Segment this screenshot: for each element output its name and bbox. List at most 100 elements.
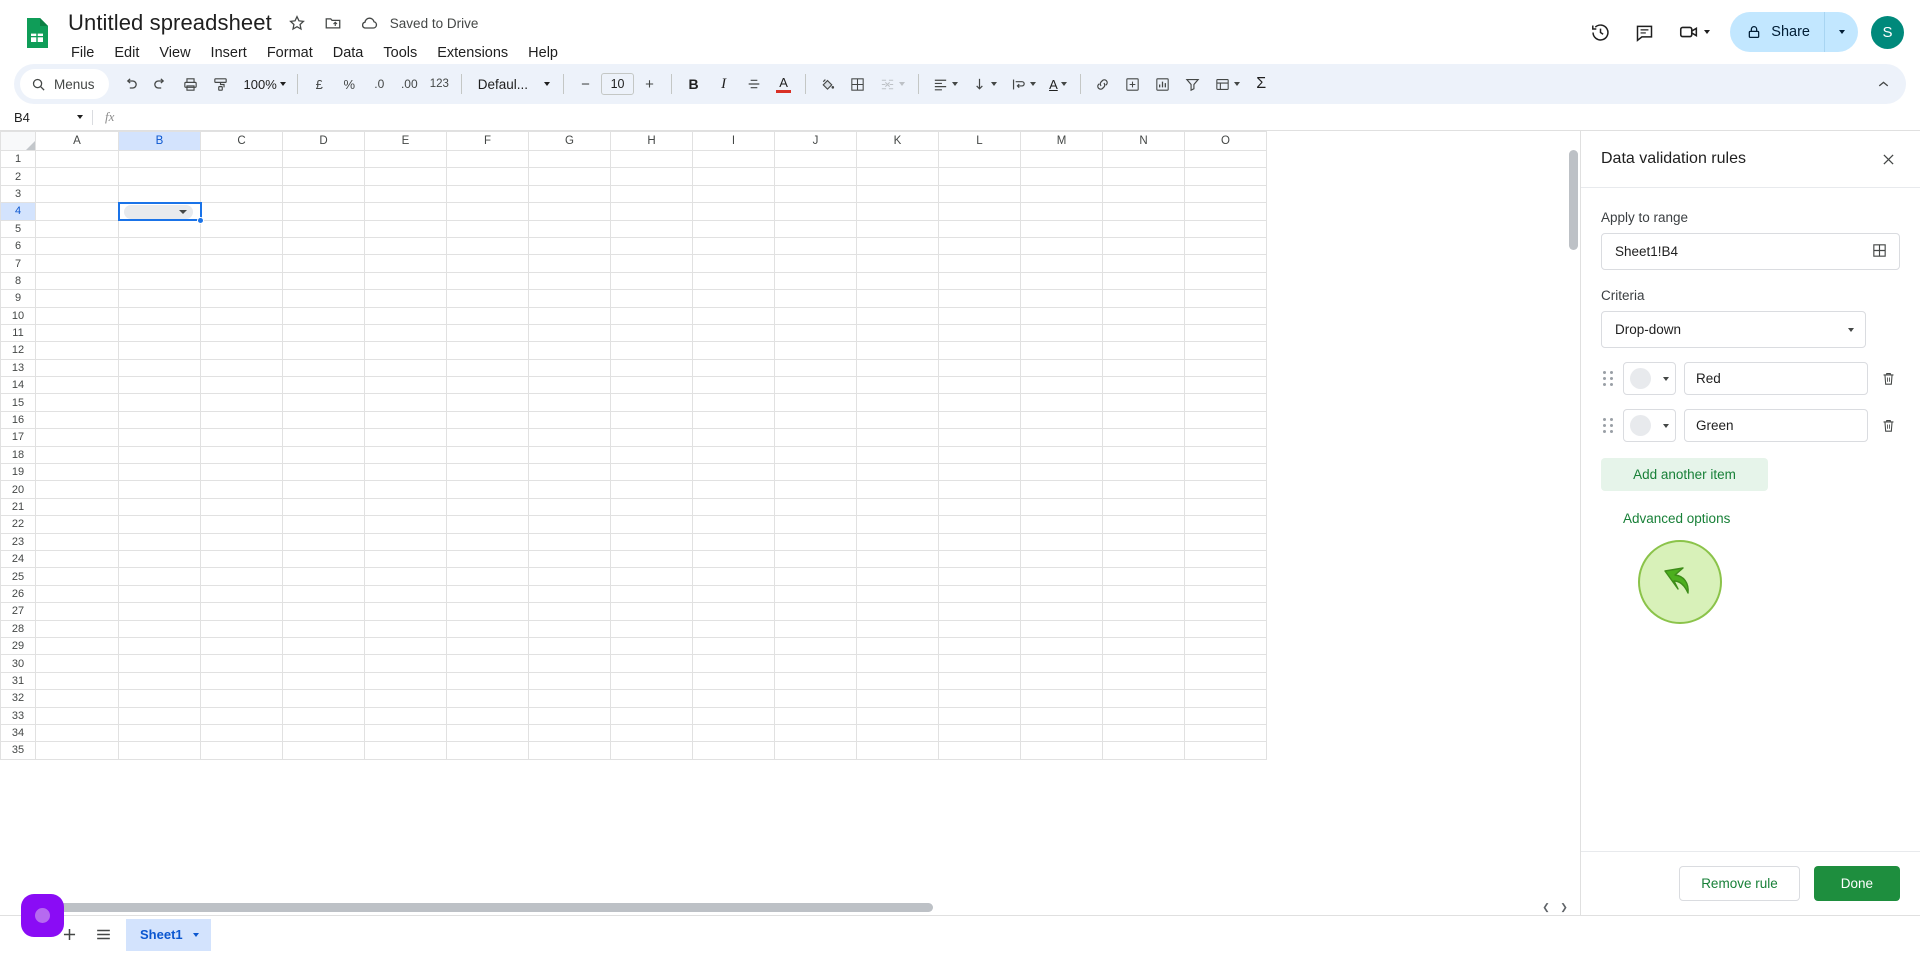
cell-M34[interactable]: [1020, 723, 1103, 743]
cell-L10[interactable]: [938, 306, 1021, 325]
horizontal-scroll-thumb[interactable]: [38, 903, 933, 912]
cell-N23[interactable]: [1102, 532, 1185, 551]
cell-J21[interactable]: [774, 497, 857, 517]
cell-A18[interactable]: [35, 445, 119, 465]
cell-K2[interactable]: [856, 167, 939, 186]
cell-L15[interactable]: [938, 393, 1021, 412]
cell-F16[interactable]: [446, 410, 529, 430]
cell-B31[interactable]: [118, 671, 201, 691]
cell-B16[interactable]: [118, 410, 201, 430]
cell-M1[interactable]: [1020, 149, 1103, 169]
cell-F19[interactable]: [446, 463, 529, 482]
cell-O2[interactable]: [1184, 167, 1267, 186]
cell-K19[interactable]: [856, 463, 939, 482]
zoom-control[interactable]: 100%: [236, 70, 290, 99]
cell-A5[interactable]: [35, 219, 119, 238]
cell-C11[interactable]: [200, 323, 283, 343]
cell-N24[interactable]: [1102, 549, 1185, 569]
cell-E3[interactable]: [364, 184, 447, 204]
cell-A15[interactable]: [35, 393, 119, 412]
cell-N35[interactable]: [1102, 741, 1185, 760]
row-header-35[interactable]: 35: [0, 741, 36, 760]
row-header-17[interactable]: 17: [0, 428, 36, 447]
cell-K8[interactable]: [856, 271, 939, 291]
cell-D7[interactable]: [282, 254, 365, 273]
cell-H23[interactable]: [610, 532, 693, 551]
cell-F9[interactable]: [446, 289, 529, 308]
cell-O10[interactable]: [1184, 306, 1267, 325]
cell-M21[interactable]: [1020, 497, 1103, 517]
cell-B20[interactable]: [118, 480, 201, 499]
italic-button[interactable]: I: [709, 70, 738, 99]
row-header-4[interactable]: 4: [0, 202, 36, 221]
cell-C34[interactable]: [200, 723, 283, 743]
cell-J28[interactable]: [774, 619, 857, 638]
insert-comment-icon[interactable]: [1118, 70, 1147, 99]
cell-E19[interactable]: [364, 463, 447, 482]
cell-D11[interactable]: [282, 323, 365, 343]
cell-F26[interactable]: [446, 584, 529, 604]
cell-H31[interactable]: [610, 671, 693, 691]
cell-C33[interactable]: [200, 706, 283, 725]
cell-C23[interactable]: [200, 532, 283, 551]
cell-O29[interactable]: [1184, 636, 1267, 656]
item-color-select[interactable]: [1623, 362, 1676, 395]
cell-N3[interactable]: [1102, 184, 1185, 204]
cell-H2[interactable]: [610, 167, 693, 186]
cell-H34[interactable]: [610, 723, 693, 743]
cell-D1[interactable]: [282, 149, 365, 169]
cell-D34[interactable]: [282, 723, 365, 743]
cell-N29[interactable]: [1102, 636, 1185, 656]
cell-C21[interactable]: [200, 497, 283, 517]
cell-F30[interactable]: [446, 654, 529, 673]
cell-H13[interactable]: [610, 358, 693, 378]
drag-handle-icon[interactable]: [1601, 369, 1615, 389]
column-header-i[interactable]: I: [692, 131, 775, 151]
cell-L3[interactable]: [938, 184, 1021, 204]
cell-O11[interactable]: [1184, 323, 1267, 343]
cell-C27[interactable]: [200, 602, 283, 621]
cell-H35[interactable]: [610, 741, 693, 760]
cell-I33[interactable]: [692, 706, 775, 725]
paint-format-icon[interactable]: [206, 70, 235, 99]
column-header-f[interactable]: F: [446, 131, 529, 151]
cell-B23[interactable]: [118, 532, 201, 551]
percent-format-button[interactable]: %: [335, 70, 364, 99]
cell-O12[interactable]: [1184, 341, 1267, 360]
cell-H7[interactable]: [610, 254, 693, 273]
decrease-font-size-button[interactable]: −: [571, 70, 600, 99]
cell-C31[interactable]: [200, 671, 283, 691]
cell-H15[interactable]: [610, 393, 693, 412]
cell-O20[interactable]: [1184, 480, 1267, 499]
row-header-5[interactable]: 5: [0, 219, 36, 238]
column-header-c[interactable]: C: [200, 131, 283, 151]
cell-H1[interactable]: [610, 149, 693, 169]
cell-N12[interactable]: [1102, 341, 1185, 360]
cell-G28[interactable]: [528, 619, 611, 638]
cell-M30[interactable]: [1020, 654, 1103, 673]
cell-D16[interactable]: [282, 410, 365, 430]
strikethrough-icon[interactable]: [739, 70, 768, 99]
cell-F4[interactable]: [446, 202, 529, 221]
cell-E32[interactable]: [364, 689, 447, 708]
cell-E7[interactable]: [364, 254, 447, 273]
cell-J6[interactable]: [774, 236, 857, 256]
cell-L1[interactable]: [938, 149, 1021, 169]
cell-C8[interactable]: [200, 271, 283, 291]
cell-K6[interactable]: [856, 236, 939, 256]
more-formats-button[interactable]: 123: [425, 70, 454, 99]
cell-A12[interactable]: [35, 341, 119, 360]
cell-K11[interactable]: [856, 323, 939, 343]
cell-M4[interactable]: [1020, 202, 1103, 221]
cell-O3[interactable]: [1184, 184, 1267, 204]
cell-O7[interactable]: [1184, 254, 1267, 273]
vertical-scroll-thumb[interactable]: [1569, 150, 1578, 250]
cell-K33[interactable]: [856, 706, 939, 725]
cell-O34[interactable]: [1184, 723, 1267, 743]
cell-A26[interactable]: [35, 584, 119, 604]
spreadsheet-grid[interactable]: ABCDEFGHIJKLMNO 1 2 3 4 5 6 7 8 9 10 11 12 13 14 15 16 1…: [0, 131, 1580, 915]
cell-N17[interactable]: [1102, 428, 1185, 447]
cell-A31[interactable]: [35, 671, 119, 691]
cell-F18[interactable]: [446, 445, 529, 465]
row-header-20[interactable]: 20: [0, 480, 36, 499]
